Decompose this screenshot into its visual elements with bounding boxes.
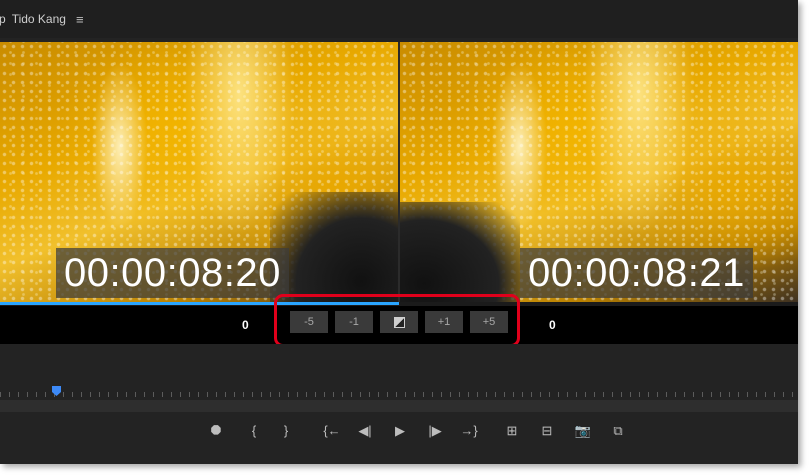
go-to-in-icon[interactable]: {← (321, 424, 343, 438)
dark-background-area (400, 202, 520, 304)
program-monitor-window: p Tido Kang ≡ 00:00:08:20 00:00:08:21 0 … (0, 0, 798, 464)
compare-view-icon[interactable]: ⧉ (608, 424, 628, 438)
panel-header: p Tido Kang ≡ (0, 0, 798, 38)
marker-icon[interactable]: ⯃ (209, 424, 223, 438)
right-timecode: 00:00:08:21 (520, 248, 753, 298)
user-name[interactable]: Tido Kang (12, 12, 66, 26)
step-forward-icon[interactable]: |▶ (426, 424, 444, 438)
transport-controls (0, 414, 798, 464)
export-frame-icon[interactable]: 📷 (574, 424, 592, 438)
step-back-icon[interactable]: ◀| (356, 424, 374, 438)
time-ruler[interactable] (0, 392, 798, 400)
play-icon[interactable]: ▶ (392, 424, 408, 438)
mark-in-icon[interactable]: { (248, 424, 260, 438)
right-offset-value: 0 (549, 318, 556, 332)
mark-out-icon[interactable]: } (280, 424, 292, 438)
panel-title-fragment: p (0, 12, 6, 26)
left-offset-value: 0 (242, 318, 249, 332)
left-timecode: 00:00:08:20 (56, 248, 289, 298)
callout-highlight-box (274, 294, 520, 347)
hamburger-menu-icon[interactable]: ≡ (76, 12, 84, 27)
go-to-out-icon[interactable]: →} (458, 424, 480, 438)
dark-background-area (270, 192, 399, 304)
time-ruler-base (0, 400, 798, 412)
overwrite-icon[interactable]: ⊟ (538, 424, 556, 438)
insert-icon[interactable]: ⊞ (503, 424, 521, 438)
